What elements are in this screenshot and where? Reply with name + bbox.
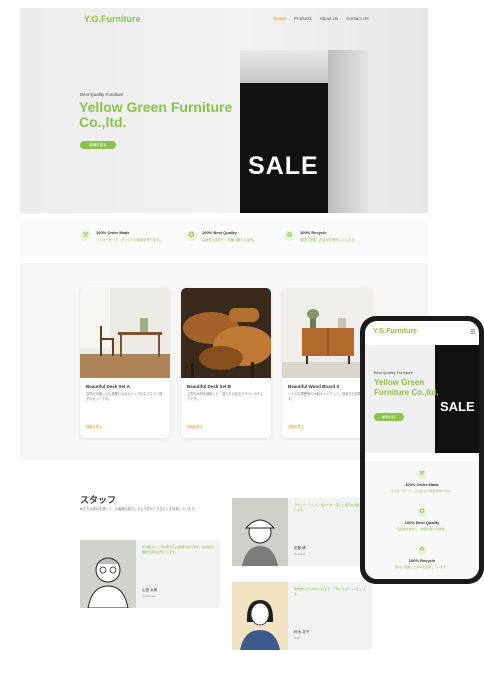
staff-name: 山田 太郎	[142, 588, 158, 592]
mobile-feature-title: 100% Recycle	[408, 558, 436, 563]
mobile-feature-title: 100% Best Quality	[404, 520, 440, 525]
staff-name: 鈴木 花子	[294, 630, 310, 634]
product-desc: 自然光が差し込む部屋に似合うシンプルなデスクと椅子のセットです。	[86, 392, 163, 401]
badge-icon: ✪	[186, 230, 197, 241]
recycle-icon: ♻	[284, 230, 295, 241]
nav-home[interactable]: Home	[274, 16, 286, 21]
product-name: Beautiful Wood Board X	[288, 384, 340, 389]
mobile-tagline: Best Quality Furniture	[374, 370, 413, 375]
product-name: Beautiful Desk Set B	[187, 384, 232, 389]
product-image-chairs	[181, 288, 271, 378]
site-logo[interactable]: Y.G.Furniture	[84, 14, 141, 24]
mobile-sale-text: SALE	[440, 399, 475, 414]
mobile-feature-title: 100% Order Made	[405, 482, 439, 487]
mobile-logo[interactable]: Y.G.Furniture	[373, 328, 417, 335]
staff-card: 家具職人として20年以上の経験があります。お客様の理想の家具を形にします。 山田…	[80, 540, 220, 609]
staff-intro: 私たちは家具を通じて、お客様の暮らしをより豊かにすることを目指しています。	[80, 507, 198, 511]
product-card[interactable]: Beautiful Wood Board X レトロな雰囲気の木製キャビネット。…	[282, 288, 372, 438]
mobile-features: ⚒ 100% Order Made フルオーダーで、ぴったりの家具を作ります。 …	[365, 461, 479, 579]
staff-role: Craftsman	[142, 594, 156, 598]
staff-portrait-cap-man	[232, 498, 288, 566]
mobile-feature-desc: 環境に配慮した素材を使用しています。	[395, 565, 449, 569]
mobile-hero-title: Yellow Green Furniture Co.,ltd.	[374, 378, 439, 397]
mobile-screen: Y.G.Furniture ☰ SALE Best Quality Furnit…	[365, 321, 479, 579]
feature-desc: フルオーダーで、ぴったりの家具を作ります。	[96, 238, 163, 242]
staff-card: 素材選びからお手入れまで、丁寧にサポートいたします。 鈴木 花子 Staff	[232, 582, 372, 650]
product-image-desk-room	[80, 288, 170, 378]
hero-image-doorway	[240, 83, 328, 213]
hammer-icon: ⚒	[80, 230, 91, 241]
product-image-cabinet	[282, 288, 372, 378]
mobile-feature-recycle: ♻ 100% Recycle 環境に配慮した素材を使用しています。	[365, 545, 479, 569]
product-desc: レトロな雰囲気の木製キャビネット。収納力も抜群です。	[288, 392, 365, 401]
feature-title: 100% Recycle	[300, 230, 327, 235]
product-card[interactable]: Beautiful Desk Set B 上質な木材を使用した、温もりのあるデザ…	[181, 288, 271, 438]
staff-title: スタッフ	[80, 495, 117, 505]
staff-bio: デザイナーとして、使いやすく美しい家具を提案いたします。	[294, 503, 366, 512]
product-desc: 上質な木材を使用した、温もりのあるデザインのチェアです。	[187, 392, 264, 401]
hamburger-menu-icon[interactable]: ☰	[470, 329, 475, 336]
nav-about[interactable]: About Us	[320, 16, 339, 21]
mobile-feature-order-made: ⚒ 100% Order Made フルオーダーで、ぴったりの家具を作ります。	[365, 469, 479, 493]
product-name: Beautiful Desk Set A	[86, 384, 130, 389]
product-more-link[interactable]: 詳細を見る	[86, 424, 102, 429]
feature-title: 100% Order Made	[96, 230, 130, 235]
mobile-feature-desc: 高品質な素材と、熟練の職人の技術。	[396, 527, 448, 531]
feature-desc: 環境に配慮した素材を使用しています。	[300, 238, 357, 242]
recycle-icon: ♻	[417, 545, 427, 555]
feature-best-quality: ✪ 100% Best Quality 高品質な素材と、熟練の職人の技術。	[186, 230, 256, 242]
mobile-details-button[interactable]: 詳細を見る	[374, 413, 404, 421]
nav-products[interactable]: Products	[294, 16, 312, 21]
hero-image-jamb	[328, 50, 368, 213]
hero-section: Y.G.Furniture Home Products About Us Con…	[20, 8, 428, 213]
badge-icon: ✪	[417, 507, 427, 517]
feature-title: 100% Best Quality	[202, 230, 237, 235]
hero-details-button[interactable]: 詳細を見る	[80, 141, 116, 149]
hero-title: Yellow Green Furniture Co.,ltd.	[79, 99, 233, 130]
hero-tagline: Best Quality Furniture	[80, 92, 124, 97]
staff-portrait-woman	[232, 582, 288, 650]
product-card[interactable]: Beautiful Desk Set A 自然光が差し込む部屋に似合うシンプルな…	[80, 288, 170, 438]
sale-text: SALE	[248, 152, 319, 180]
features-strip: ⚒ 100% Order Made フルオーダーで、ぴったりの家具を作ります。 …	[20, 220, 428, 256]
product-more-link[interactable]: 詳細を見る	[288, 424, 304, 429]
product-more-link[interactable]: 詳細を見る	[187, 424, 203, 429]
feature-desc: 高品質な素材と、熟練の職人の技術。	[202, 238, 257, 242]
staff-bio: 素材選びからお手入れまで、丁寧にサポートいたします。	[294, 587, 366, 596]
staff-name: 佐藤 健	[294, 546, 306, 550]
staff-role: Designer	[294, 552, 307, 556]
hammer-icon: ⚒	[417, 469, 427, 479]
feature-recycle: ♻ 100% Recycle 環境に配慮した素材を使用しています。	[284, 230, 357, 242]
mobile-feature-best-quality: ✪ 100% Best Quality 高品質な素材と、熟練の職人の技術。	[365, 507, 479, 531]
mobile-feature-desc: フルオーダーで、ぴったりの家具を作ります。	[390, 489, 454, 493]
feature-order-made: ⚒ 100% Order Made フルオーダーで、ぴったりの家具を作ります。	[80, 230, 162, 242]
staff-bio: 家具職人として20年以上の経験があります。お客様の理想の家具を形にします。	[142, 545, 214, 554]
staff-role: Staff	[294, 636, 301, 640]
nav-contact[interactable]: Contact Us	[346, 16, 368, 21]
mobile-mockup: Y.G.Furniture ☰ SALE Best Quality Furnit…	[360, 316, 484, 584]
main-nav: Home Products About Us Contact Us	[274, 16, 369, 21]
staff-portrait-glasses-man	[80, 540, 136, 609]
staff-card: デザイナーとして、使いやすく美しい家具を提案いたします。 佐藤 健 Design…	[232, 498, 372, 566]
